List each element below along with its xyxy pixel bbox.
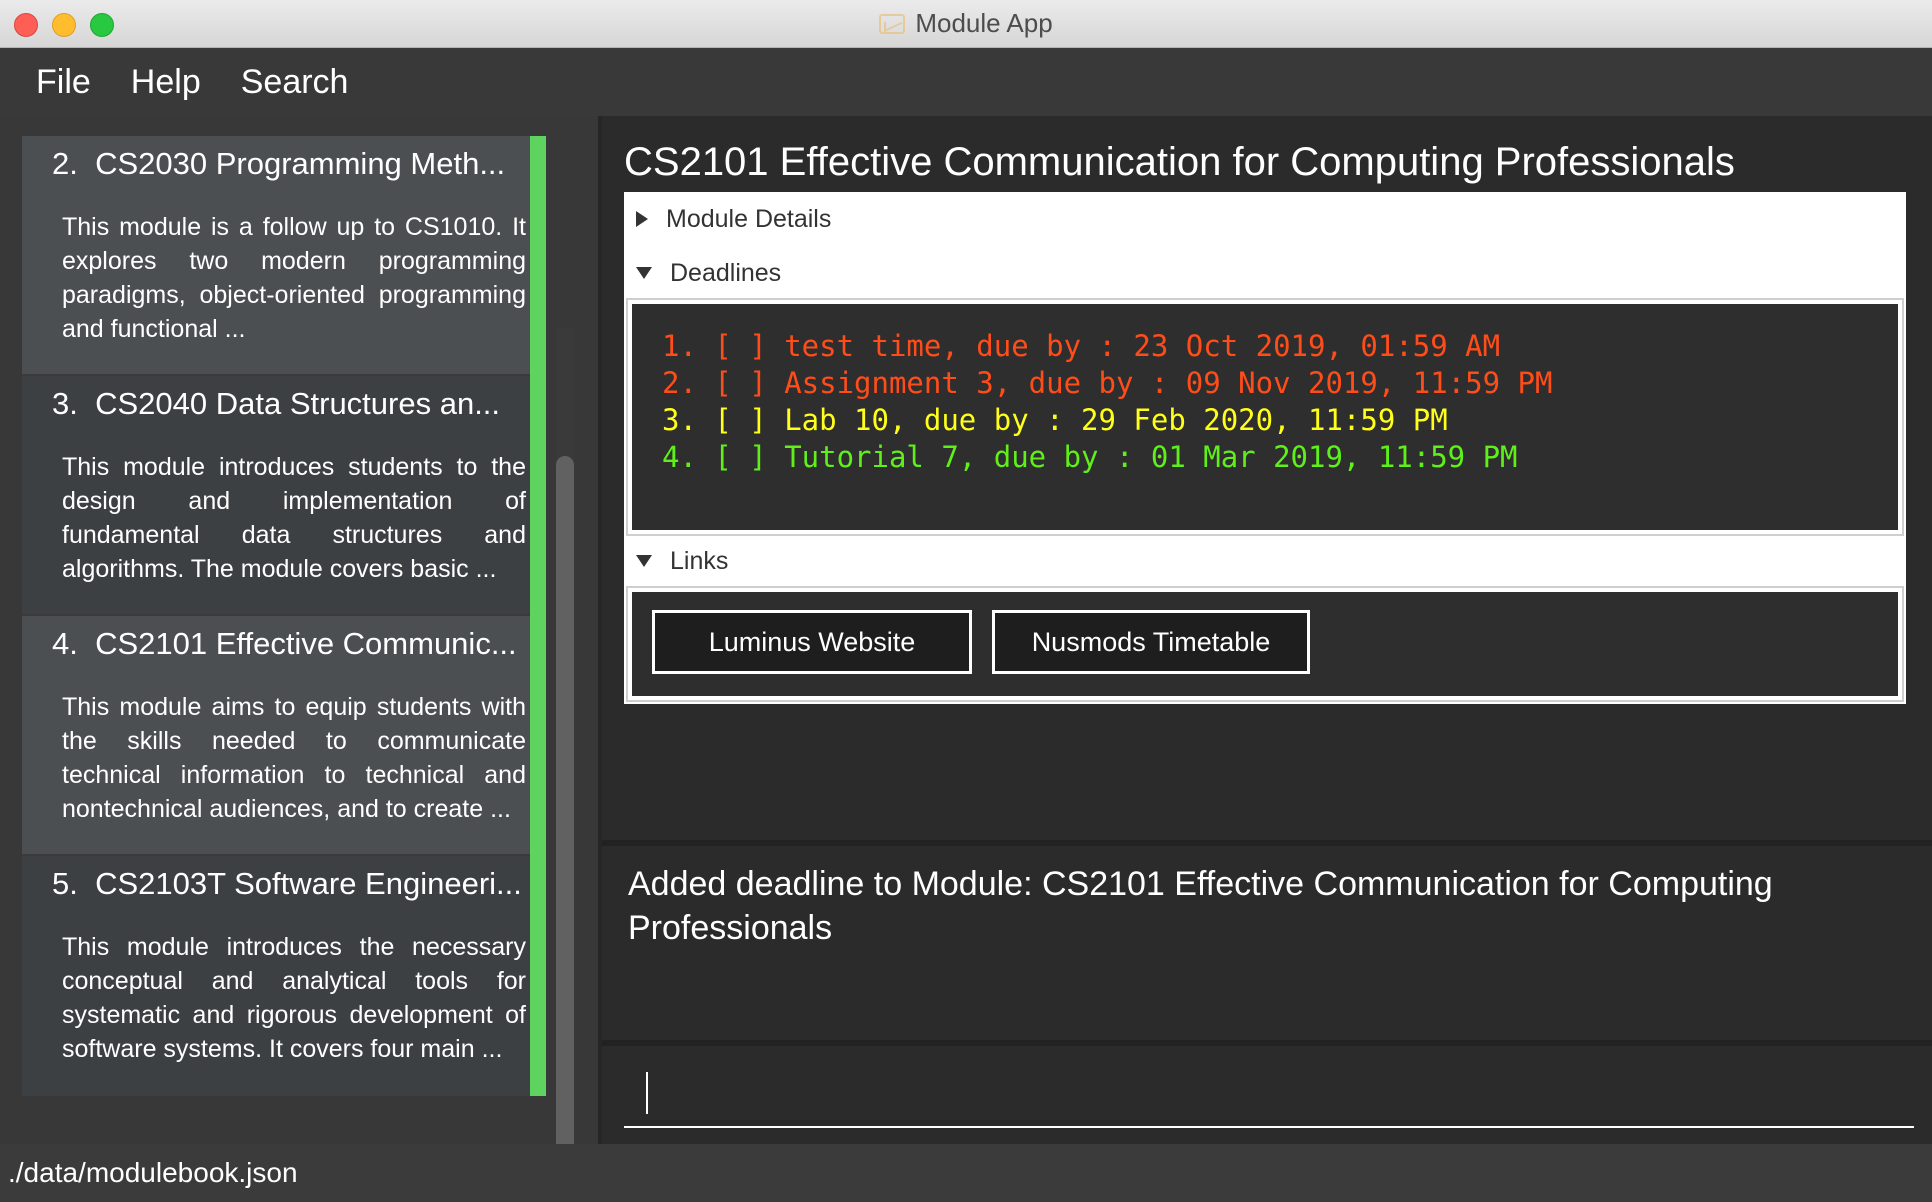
module-description: This module introduces students to the d… bbox=[62, 453, 526, 583]
module-title: 3. CS2040 Data Structures an... bbox=[52, 386, 536, 422]
module-index: 5. bbox=[52, 866, 78, 901]
deadline-item[interactable]: 4. [ ] Tutorial 7, due by : 01 Mar 2019,… bbox=[662, 439, 1868, 476]
links-list: Luminus Website Nusmods Timetable bbox=[626, 586, 1904, 702]
minimize-window-button[interactable] bbox=[52, 13, 76, 37]
deadline-item[interactable]: 2. [ ] Assignment 3, due by : 09 Nov 201… bbox=[662, 365, 1868, 402]
module-description: This module introduces the necessary con… bbox=[62, 933, 526, 1063]
links-label: Links bbox=[670, 546, 729, 575]
list-scrollbar-thumb[interactable] bbox=[556, 456, 574, 1202]
module-code-name: CS2030 Programming Meth... bbox=[95, 146, 506, 181]
data-file-path: ./data/modulebook.json bbox=[8, 1157, 298, 1188]
detail-sections: Module Details Deadlines 1. [ ] test tim… bbox=[624, 192, 1906, 704]
module-accent-bar bbox=[530, 376, 546, 616]
module-index: 4. bbox=[52, 626, 78, 661]
module-title: 4. CS2101 Effective Communic... bbox=[52, 626, 536, 662]
module-list[interactable]: 2. CS2030 Programming Meth... This modul… bbox=[22, 136, 546, 1136]
module-title: 5. CS2103T Software Engineeri... bbox=[52, 866, 536, 902]
module-detail-panel: CS2101 Effective Communication for Compu… bbox=[602, 116, 1932, 840]
module-title: 2. CS2030 Programming Meth... bbox=[52, 146, 536, 182]
command-input[interactable] bbox=[624, 1060, 1914, 1128]
module-description: This module is a follow up to CS1010. It… bbox=[62, 213, 526, 343]
collapse-arrow-icon bbox=[636, 267, 652, 279]
deadline-item[interactable]: 3. [ ] Lab 10, due by : 29 Feb 2020, 11:… bbox=[662, 402, 1868, 439]
command-box bbox=[602, 1046, 1932, 1144]
text-caret bbox=[646, 1072, 648, 1114]
module-card[interactable]: 2. CS2030 Programming Meth... This modul… bbox=[22, 136, 546, 376]
deadline-list: 1. [ ] test time, due by : 23 Oct 2019, … bbox=[626, 298, 1904, 536]
module-details-toggle[interactable]: Module Details bbox=[624, 192, 1906, 246]
collapse-arrow-icon bbox=[636, 555, 652, 567]
menu-help[interactable]: Help bbox=[131, 63, 201, 102]
result-display: Added deadline to Module: CS2101 Effecti… bbox=[602, 846, 1932, 1040]
deadlines-label: Deadlines bbox=[670, 258, 782, 287]
luminus-website-button[interactable]: Luminus Website bbox=[652, 610, 972, 674]
nusmods-timetable-button[interactable]: Nusmods Timetable bbox=[992, 610, 1310, 674]
window-title: Module App bbox=[915, 8, 1053, 38]
menu-search[interactable]: Search bbox=[241, 63, 349, 102]
result-message: Added deadline to Module: CS2101 Effecti… bbox=[628, 865, 1773, 947]
module-card-selected[interactable]: 4. CS2101 Effective Communic... This mod… bbox=[22, 616, 546, 856]
menu-file[interactable]: File bbox=[36, 63, 91, 102]
links-toggle[interactable]: Links bbox=[624, 534, 1906, 588]
module-index: 3. bbox=[52, 386, 78, 421]
module-accent-bar bbox=[530, 616, 546, 856]
module-code-name: CS2103T Software Engineeri... bbox=[95, 866, 522, 901]
menu-bar: File Help Search bbox=[0, 48, 1932, 116]
module-card[interactable]: 3. CS2040 Data Structures an... This mod… bbox=[22, 376, 546, 616]
app-window: Module App File Help Search 2. CS2030 Pr… bbox=[0, 0, 1932, 1202]
maximize-window-button[interactable] bbox=[90, 13, 114, 37]
module-detail-title: CS2101 Effective Communication for Compu… bbox=[624, 140, 1735, 184]
module-accent-bar bbox=[530, 856, 546, 1096]
close-window-button[interactable] bbox=[14, 13, 38, 37]
module-index: 2. bbox=[52, 146, 78, 181]
app-icon bbox=[879, 13, 906, 34]
window-controls bbox=[14, 13, 114, 37]
deadlines-toggle[interactable]: Deadlines bbox=[624, 246, 1906, 300]
deadline-item[interactable]: 1. [ ] test time, due by : 23 Oct 2019, … bbox=[662, 328, 1868, 365]
window-title-group: Module App bbox=[879, 8, 1053, 39]
module-list-panel: 2. CS2030 Programming Meth... This modul… bbox=[0, 116, 598, 1202]
module-accent-bar bbox=[530, 136, 546, 376]
expand-arrow-icon bbox=[636, 211, 648, 227]
module-card[interactable]: 5. CS2103T Software Engineeri... This mo… bbox=[22, 856, 546, 1096]
status-bar: ./data/modulebook.json bbox=[0, 1144, 1932, 1202]
module-code-name: CS2101 Effective Communic... bbox=[95, 626, 517, 661]
module-details-label: Module Details bbox=[666, 204, 832, 233]
module-description: This module aims to equip students with … bbox=[62, 693, 526, 823]
title-bar: Module App bbox=[0, 0, 1932, 48]
module-code-name: CS2040 Data Structures an... bbox=[95, 386, 501, 421]
